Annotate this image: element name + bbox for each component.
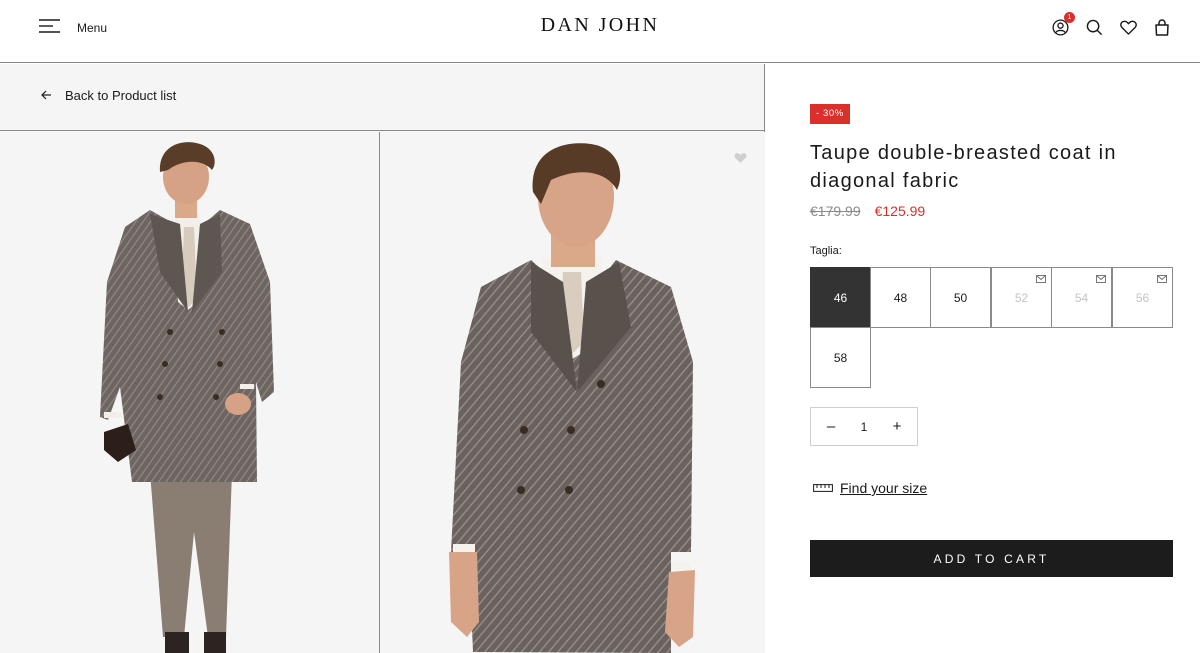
- search-icon[interactable]: [1084, 17, 1104, 37]
- wishlist-heart-icon[interactable]: [734, 151, 747, 169]
- size-option-54[interactable]: 54: [1051, 267, 1112, 328]
- ruler-icon: [813, 484, 833, 492]
- increase-quantity-button[interactable]: +: [890, 418, 904, 435]
- back-bar: Back to Product list: [0, 64, 765, 131]
- size-option-58[interactable]: 58: [810, 327, 871, 388]
- site-header: Menu DAN JOHN 1: [0, 0, 1200, 63]
- size-value: 58: [833, 350, 848, 365]
- discount-badge: - 30%: [810, 104, 850, 124]
- product-image-closeup[interactable]: [381, 132, 765, 653]
- notify-mail-icon: [1036, 272, 1046, 286]
- heart-icon[interactable]: [1118, 17, 1138, 37]
- quantity-stepper: – 1 +: [810, 407, 918, 446]
- brand-logo[interactable]: DAN JOHN: [0, 14, 1200, 37]
- account-badge: 1: [1064, 12, 1075, 23]
- account-icon[interactable]: 1: [1050, 12, 1075, 37]
- arrow-left-icon: [41, 89, 52, 103]
- back-to-list-link[interactable]: Back to Product list: [41, 88, 176, 103]
- size-option-50[interactable]: 50: [930, 267, 991, 328]
- size-label: Taglia:: [810, 245, 842, 257]
- notify-mail-icon: [1157, 272, 1167, 286]
- product-image-full-body[interactable]: [0, 132, 380, 653]
- product-gallery: Back to Product list: [0, 64, 765, 653]
- back-label: Back to Product list: [65, 88, 177, 103]
- size-value: 54: [1074, 290, 1089, 305]
- size-option-56[interactable]: 56: [1112, 267, 1173, 328]
- size-value: 48: [893, 290, 908, 305]
- size-value: 52: [1014, 290, 1029, 305]
- bag-icon[interactable]: [1152, 17, 1172, 37]
- size-option-52[interactable]: 52: [991, 267, 1052, 328]
- product-info-panel: - 30% Taupe double-breasted coat in diag…: [766, 64, 1200, 653]
- notify-mail-icon: [1096, 272, 1106, 286]
- find-size-label: Find your size: [840, 480, 928, 496]
- size-value: 56: [1135, 290, 1150, 305]
- size-value: 50: [953, 290, 968, 305]
- price-block: €179.99 €125.99: [810, 203, 925, 219]
- quantity-value[interactable]: 1: [861, 420, 868, 434]
- sale-price: €125.99: [874, 203, 926, 219]
- size-value: 46: [833, 290, 848, 305]
- add-to-cart-button[interactable]: ADD TO CART: [810, 540, 1173, 577]
- original-price: €179.99: [810, 203, 861, 219]
- size-option-46[interactable]: 46: [810, 267, 871, 328]
- find-your-size-link[interactable]: Find your size: [813, 480, 927, 496]
- size-option-48[interactable]: 48: [870, 267, 931, 328]
- product-title: Taupe double-breasted coat in diagonal f…: [810, 142, 1117, 192]
- decrease-quantity-button[interactable]: –: [824, 418, 838, 435]
